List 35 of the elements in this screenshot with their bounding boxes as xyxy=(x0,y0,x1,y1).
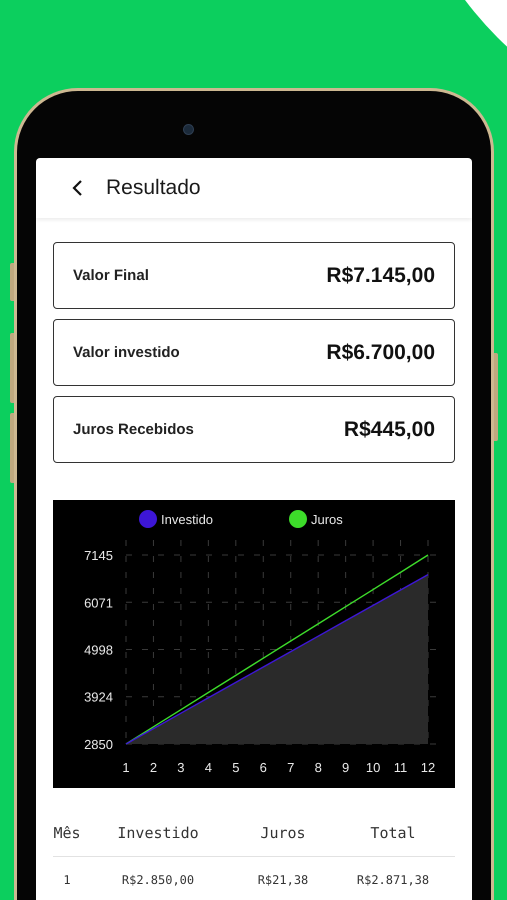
axis-label: 8 xyxy=(314,760,322,775)
summary-label: Valor Final xyxy=(73,267,149,284)
column-header: Mês xyxy=(53,824,81,842)
summary-value: R$445,00 xyxy=(344,418,435,442)
axis-label: 6071 xyxy=(84,595,113,610)
table-cell: R$2.850,00 xyxy=(122,873,194,887)
axis-label: 5 xyxy=(232,760,240,775)
column-header: Investido xyxy=(117,824,199,842)
legend-label: Investido xyxy=(161,512,214,527)
summary-label: Valor investido xyxy=(73,344,180,361)
axis-label: 11 xyxy=(394,760,408,775)
column-header: Total xyxy=(370,824,416,842)
axis-label: 9 xyxy=(342,760,350,775)
axis-label: 7145 xyxy=(84,548,113,563)
table-cell: 1 xyxy=(63,873,71,887)
axis-label: 4998 xyxy=(84,642,113,658)
table-cell: R$2.871,38 xyxy=(356,873,430,887)
axis-label: 12 xyxy=(420,760,436,775)
table-cell: R$21,38 xyxy=(258,873,308,887)
axis-label: 7 xyxy=(287,760,294,775)
axis-label: 10 xyxy=(366,760,380,775)
summary-value: R$6.700,00 xyxy=(326,340,435,364)
screen-title: Resultado xyxy=(106,176,201,200)
summary-label: Juros Recebidos xyxy=(73,421,194,438)
axis-label: 1 xyxy=(122,760,130,775)
column-header: Juros xyxy=(260,824,306,842)
axis-label: 4 xyxy=(204,760,212,775)
axis-label: 3 xyxy=(177,760,185,775)
axis-label: 2850 xyxy=(84,737,113,752)
camera-icon xyxy=(183,124,194,135)
legend-label: Juros xyxy=(311,512,343,527)
axis-label: 3924 xyxy=(84,690,113,705)
summary-value: R$7.145,00 xyxy=(326,264,435,288)
axis-label: 6 xyxy=(260,760,267,775)
axis-label: 2 xyxy=(150,760,158,775)
